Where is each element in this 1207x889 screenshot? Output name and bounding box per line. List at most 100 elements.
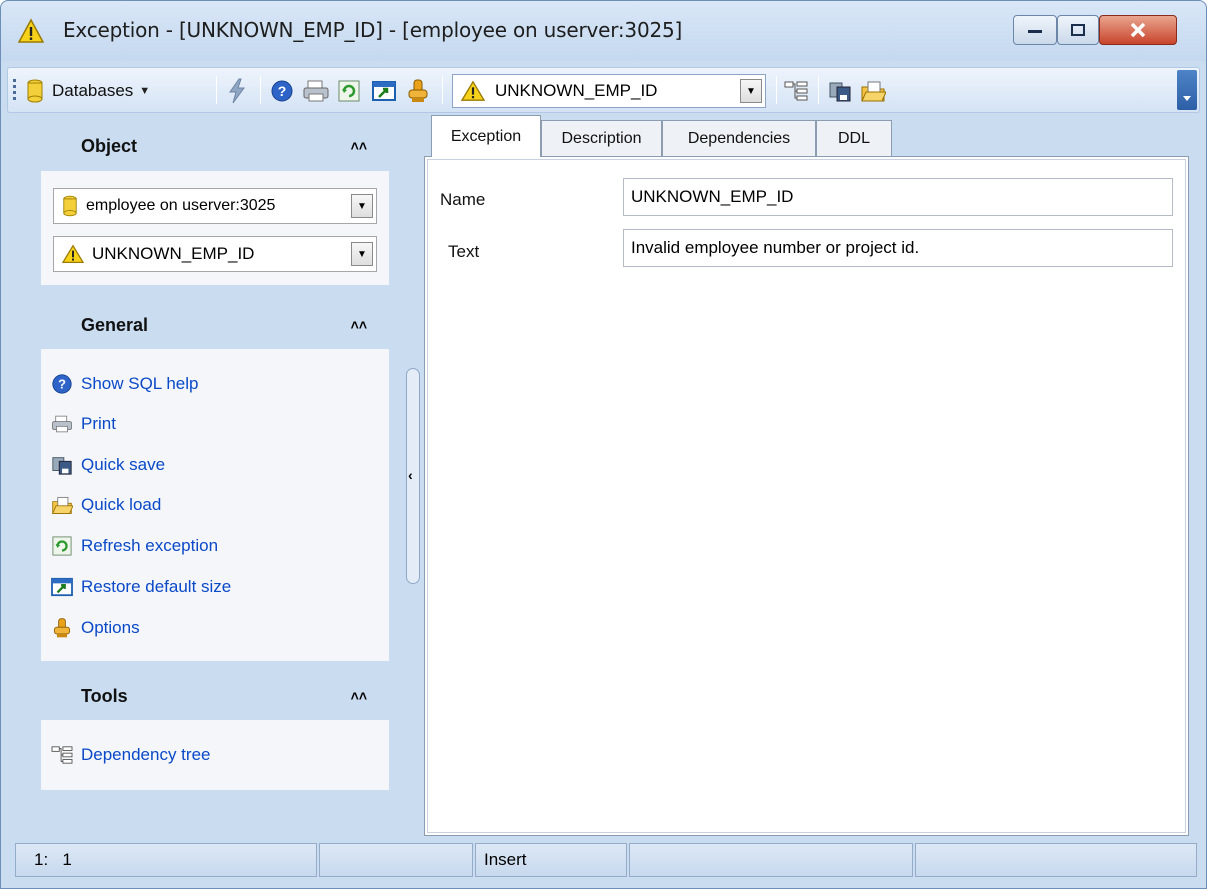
options-button[interactable]: [406, 76, 430, 106]
refresh-icon: [52, 536, 72, 556]
collapse-icon[interactable]: ˄˄: [351, 317, 367, 333]
quick-save-button[interactable]: [828, 76, 852, 106]
help-icon: ?: [271, 80, 293, 102]
quick-load-label: Quick load: [81, 495, 162, 514]
options-label: Options: [81, 618, 140, 637]
show-sql-help-label: Show SQL help: [81, 374, 199, 393]
window-title: Exception - [UNKNOWN_EMP_ID] - [employee…: [63, 18, 683, 42]
dependency-tree-button[interactable]: [784, 76, 808, 106]
refresh-icon: [338, 80, 360, 102]
help-button[interactable]: ?: [270, 76, 294, 106]
chevron-down-icon[interactable]: ▼: [351, 194, 373, 218]
status-bar: 1: 1 Insert: [7, 843, 1200, 879]
exception-selector[interactable]: UNKNOWN_EMP_ID ▼: [53, 236, 377, 272]
object-section-header[interactable]: Object ˄˄: [41, 119, 389, 173]
refresh-exception-label: Refresh exception: [81, 536, 219, 555]
toolbar-separator: [442, 76, 443, 104]
text-input[interactable]: Invalid employee number or project id.: [623, 229, 1173, 267]
title-bar[interactable]: Exception - [UNKNOWN_EMP_ID] - [employee…: [1, 1, 1206, 61]
exception-properties-panel: Name UNKNOWN_EMP_ID Text Invalid employe…: [424, 156, 1189, 836]
maximize-button[interactable]: [1057, 15, 1099, 45]
execute-button[interactable]: [226, 76, 248, 106]
status-cell-empty: [319, 843, 473, 877]
restore-size-icon: [372, 81, 396, 101]
maximize-icon: [1071, 24, 1085, 36]
options-icon: [53, 618, 71, 638]
database-selector[interactable]: employee on userver:3025 ▼: [53, 188, 377, 224]
tab-exception-label: Exception: [450, 127, 522, 145]
dependency-tree-icon: [51, 746, 73, 764]
options-icon: [408, 79, 428, 102]
refresh-button[interactable]: [338, 76, 360, 106]
warning-icon: [62, 244, 84, 263]
text-value: Invalid employee number or project id.: [631, 238, 920, 257]
toolbar: Databases ▼ ? UNKNOWN_EMP_ID ▼: [7, 67, 1200, 113]
text-label: Text: [448, 242, 480, 261]
database-icon: [27, 79, 43, 103]
print-link[interactable]: Print: [51, 411, 116, 437]
database-selector-value: employee on userver:3025: [86, 197, 276, 214]
chevron-down-icon[interactable]: ▼: [351, 242, 373, 266]
quick-save-link[interactable]: Quick save: [51, 452, 165, 478]
databases-menu-button[interactable]: Databases ▼: [26, 76, 150, 106]
refresh-exception-link[interactable]: Refresh exception: [51, 533, 218, 559]
dependency-tree-icon: [784, 81, 808, 101]
cursor-position-cell: 1: 1: [15, 843, 317, 877]
chevron-down-icon: ▼: [139, 85, 151, 97]
exception-selector-value: UNKNOWN_EMP_ID: [92, 244, 255, 263]
minimize-button[interactable]: [1013, 15, 1057, 45]
warning-icon: [18, 18, 44, 43]
show-sql-help-link[interactable]: ? Show SQL help: [51, 371, 199, 397]
collapse-icon[interactable]: ˄˄: [351, 688, 367, 704]
restore-default-size-label: Restore default size: [81, 577, 232, 596]
options-link[interactable]: Options: [51, 615, 140, 641]
chevron-down-icon[interactable]: ▼: [740, 79, 762, 103]
object-section: employee on userver:3025 ▼ UNKNOWN_EMP_I…: [41, 171, 389, 285]
toolbar-separator: [216, 76, 217, 104]
quick-load-button[interactable]: [860, 76, 886, 106]
cursor-position: 1: 1: [34, 850, 72, 869]
toolbar-overflow-button[interactable]: [1177, 70, 1197, 110]
quick-save-label: Quick save: [81, 455, 166, 474]
restore-size-button[interactable]: [372, 76, 396, 106]
print-icon: [303, 80, 329, 102]
toolbar-separator: [818, 76, 819, 104]
svg-text:?: ?: [278, 83, 287, 99]
status-cell-empty: [629, 843, 913, 877]
tab-ddl-label: DDL: [837, 129, 870, 147]
status-cell-empty: [915, 843, 1197, 877]
restore-default-size-link[interactable]: Restore default size: [51, 574, 231, 600]
tab-dependencies[interactable]: Dependencies: [662, 120, 816, 156]
execute-icon: [229, 78, 245, 104]
edit-mode-cell: Insert: [475, 843, 627, 877]
databases-label: Databases: [52, 81, 134, 100]
chevron-left-icon[interactable]: ‹: [408, 467, 413, 483]
collapse-icon[interactable]: ˄˄: [351, 138, 367, 154]
quick-load-icon: [52, 496, 73, 514]
toolbar-grip[interactable]: [13, 79, 16, 103]
general-section-header[interactable]: General ˄˄: [41, 298, 389, 352]
tools-section-title: Tools: [81, 685, 128, 706]
general-section-title: General: [81, 314, 149, 335]
general-section: ? Show SQL help Print Quick save Quick l…: [41, 349, 389, 661]
quick-load-link[interactable]: Quick load: [51, 492, 161, 518]
print-button[interactable]: [302, 76, 330, 106]
dependency-tree-link[interactable]: Dependency tree: [51, 742, 210, 768]
name-value: UNKNOWN_EMP_ID: [631, 187, 794, 206]
quick-save-icon: [52, 457, 72, 475]
exception-editor-window: Exception - [UNKNOWN_EMP_ID] - [employee…: [0, 0, 1207, 889]
tab-exception[interactable]: Exception: [431, 115, 541, 157]
name-input[interactable]: UNKNOWN_EMP_ID: [623, 178, 1173, 216]
tab-ddl[interactable]: DDL: [816, 120, 892, 156]
toolbar-separator: [260, 76, 261, 104]
dependency-tree-label: Dependency tree: [81, 745, 211, 764]
object-selector-combo[interactable]: UNKNOWN_EMP_ID ▼: [452, 74, 766, 108]
close-button[interactable]: [1099, 15, 1177, 45]
tools-section-header[interactable]: Tools ˄˄: [41, 669, 389, 723]
help-icon: ?: [52, 374, 72, 394]
tools-section: Dependency tree: [41, 720, 389, 790]
tab-description[interactable]: Description: [541, 120, 662, 156]
database-icon: [63, 195, 77, 217]
object-selector-value: UNKNOWN_EMP_ID: [495, 81, 658, 100]
print-icon: [52, 415, 72, 433]
